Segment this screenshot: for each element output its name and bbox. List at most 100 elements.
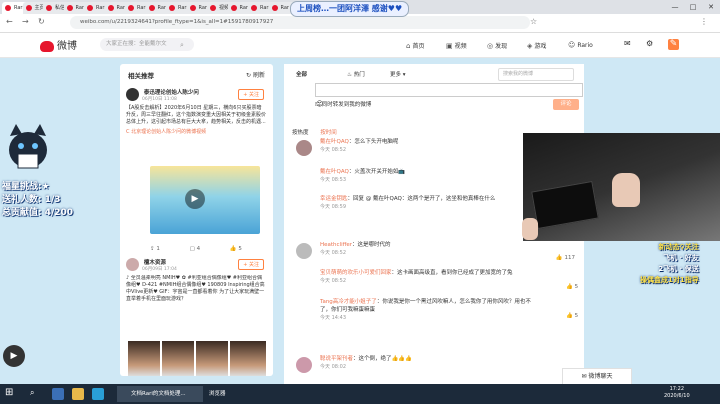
avatar[interactable]	[126, 258, 139, 271]
nav-profile[interactable]: ☺ Rario	[568, 41, 593, 49]
comment-submit-button[interactable]: 评论	[553, 99, 579, 110]
tab-favicon-icon	[25, 5, 32, 11]
taskbar-clock[interactable]: 17:22 2020/6/10	[664, 386, 690, 400]
url-input[interactable]: weibo.com/u/2219324641?profile_ftype=1&i…	[70, 16, 530, 29]
stream-overlay-banner: 上周榜…一团阿洋澤 感谢♥♥	[290, 1, 410, 17]
like-button[interactable]: 👍 5	[566, 284, 578, 290]
mail-icon[interactable]: ✉	[624, 39, 631, 48]
forward-icon[interactable]: →	[22, 17, 29, 26]
post-text: 【A股反击解析】2020年6月10日 星期三，横向6只买股票暗升反，周三早往翻红…	[126, 105, 267, 125]
comment-button[interactable]: ▢ 4	[190, 246, 214, 252]
tab-favicon-icon	[189, 5, 196, 11]
photo-thumbnail[interactable]	[196, 341, 228, 376]
post-text: ♪ 全员温柔明亮 NMIH♥ ✿ #利亚组合偶像组♥ #利亚组合偶像组♥ D-4…	[126, 275, 265, 302]
folder-icon[interactable]	[72, 388, 84, 400]
close-window-button[interactable]: ✕	[702, 0, 720, 14]
repost-button[interactable]: ⇪ 1	[150, 246, 174, 252]
tab-favicon-icon	[230, 5, 237, 11]
refresh-button[interactable]: ↻ 刷新	[246, 70, 265, 79]
back-icon[interactable]: ←	[6, 17, 13, 26]
nav-video[interactable]: ▣ 视频	[446, 41, 467, 50]
task-view-icon[interactable]	[52, 388, 64, 400]
reload-icon[interactable]: ↻	[38, 17, 45, 26]
tab-all[interactable]: 全部	[296, 70, 307, 78]
overlay-line-1: 新动态♀关注	[658, 243, 699, 251]
comment-item: Heathcliffer：这是哪时代的 今天 08:52 👍 117	[296, 241, 581, 261]
hot-icon: ♨	[347, 72, 354, 78]
photo-thumbnail[interactable]	[230, 341, 266, 376]
forward-checkbox[interactable]: ☐ 同时转发到我的微博	[315, 100, 371, 108]
emoji-icon[interactable]: ☺	[316, 100, 323, 108]
overlay-line-2: 飞机 · 好友	[663, 254, 699, 262]
rec-post-2: 檀木资源 06月09日 17:04 + 关注 ♪ 全员温柔明亮 NMIH♥ ✿ …	[126, 258, 266, 303]
user-icon: ☺	[568, 41, 576, 49]
video-thumbnail[interactable]	[150, 166, 260, 234]
avatar[interactable]	[296, 140, 312, 156]
nav-discover[interactable]: ◎ 发现	[487, 41, 507, 50]
like-button[interactable]: 👍 5	[230, 246, 256, 252]
avatar[interactable]	[126, 88, 139, 101]
tab-favicon-icon	[210, 5, 216, 11]
search-icon[interactable]: ⌕	[30, 388, 34, 398]
taskbar-app-2[interactable]: 浏览器	[195, 386, 259, 402]
post-actions: ⇪ 1 ▢ 4 👍 5	[150, 246, 270, 252]
post-link[interactable]: C 北京理论创始人陈少问的微博视频	[126, 129, 206, 135]
nav-game[interactable]: ◈ 游戏	[527, 41, 546, 50]
comment-input[interactable]	[315, 83, 583, 97]
search-icon[interactable]: ⌕	[180, 41, 184, 50]
video-icon: ▣	[446, 42, 453, 50]
windows-start-icon[interactable]: ⊞	[5, 387, 13, 398]
menu-icon[interactable]: ⋮	[700, 17, 708, 26]
settings-icon[interactable]: ⚙	[646, 39, 653, 48]
minimize-button[interactable]: —	[666, 0, 684, 14]
avatar[interactable]	[296, 357, 312, 373]
taskbar	[0, 384, 720, 404]
taskbar-app-1[interactable]: 文档Rari的文档处理...	[117, 386, 203, 402]
stats-line-1: 福星挑战:★	[2, 182, 50, 192]
reply-item: 宝贝萌萌的欢乐小可爱们回家：这卡画面高级直，看到你已经成了更加宽的了兔 今天 0…	[320, 270, 513, 284]
tab-favicon-icon	[87, 5, 93, 11]
tab-favicon-icon	[46, 5, 52, 11]
tab-favicon-icon	[271, 5, 278, 11]
like-button[interactable]: 👍 117	[556, 255, 575, 261]
cat-mascot-icon	[9, 124, 47, 169]
post-author[interactable]: 泰迅理论创始人陈少问	[144, 88, 199, 96]
post-author[interactable]: 檀木资源	[144, 258, 166, 266]
sort-hot[interactable]: 按热度	[292, 130, 309, 136]
like-button[interactable]: 👍 5	[566, 313, 578, 319]
feed-search-input[interactable]: 搜索我的微博	[498, 68, 574, 81]
hand-image	[522, 218, 538, 240]
photo-thumbnail[interactable]	[128, 341, 160, 376]
follow-button[interactable]: + 关注	[238, 259, 264, 270]
weibo-logo-text: 微博	[57, 41, 77, 52]
tab-favicon-icon	[128, 5, 134, 11]
photo-thumbnail[interactable]	[162, 341, 194, 376]
play-icon[interactable]: ▶	[3, 345, 25, 367]
star-icon[interactable]: ☆	[530, 17, 537, 26]
discover-icon: ◎	[487, 42, 494, 50]
reply-item: Tang高冷才能小姐子了：你说我是你一个黑过风吹嘛人，怎么我你了用你风吹？用也不…	[320, 299, 531, 321]
weibo-logo[interactable]: 微博	[40, 37, 77, 52]
avatar[interactable]	[296, 243, 312, 259]
sort-time[interactable]: 按时间	[320, 130, 337, 136]
comment-user[interactable]: 戴在叶QAQ	[320, 139, 349, 145]
streamer-stats: 福星挑战:★ 送礼人数: 1/3 总贡献值: 4/200	[2, 181, 73, 220]
refresh-icon: ↻	[246, 72, 253, 79]
browser-icon[interactable]	[92, 388, 104, 400]
video-play-icon[interactable]: ▶	[185, 189, 205, 209]
tab-hot[interactable]: ♨ 热门	[347, 70, 365, 78]
nav-home[interactable]: ⌂ 首页	[406, 41, 424, 50]
tab-favicon-icon	[169, 5, 175, 11]
overlay-line-4: 操偶盒成1对1指导	[640, 276, 699, 284]
compose-icon[interactable]: ✎	[668, 39, 679, 50]
stats-line-3: 总贡献值: 4/200	[2, 208, 74, 218]
hand-image	[612, 173, 640, 207]
date: 2020/6/10	[664, 393, 690, 399]
sort-bar: 按热度 按时间	[292, 128, 337, 136]
comment-text: ：怎么下头开电脑呢	[348, 139, 399, 145]
maximize-button[interactable]: □	[684, 0, 702, 14]
follow-button[interactable]: + 关注	[238, 89, 264, 100]
tab-favicon-icon	[148, 5, 155, 11]
tab-more[interactable]: 更多 ▾	[390, 70, 406, 78]
rec-post-1: 泰迅理论创始人陈少问 06月10日 11:08 + 关注 【A股反击解析】202…	[126, 88, 266, 136]
